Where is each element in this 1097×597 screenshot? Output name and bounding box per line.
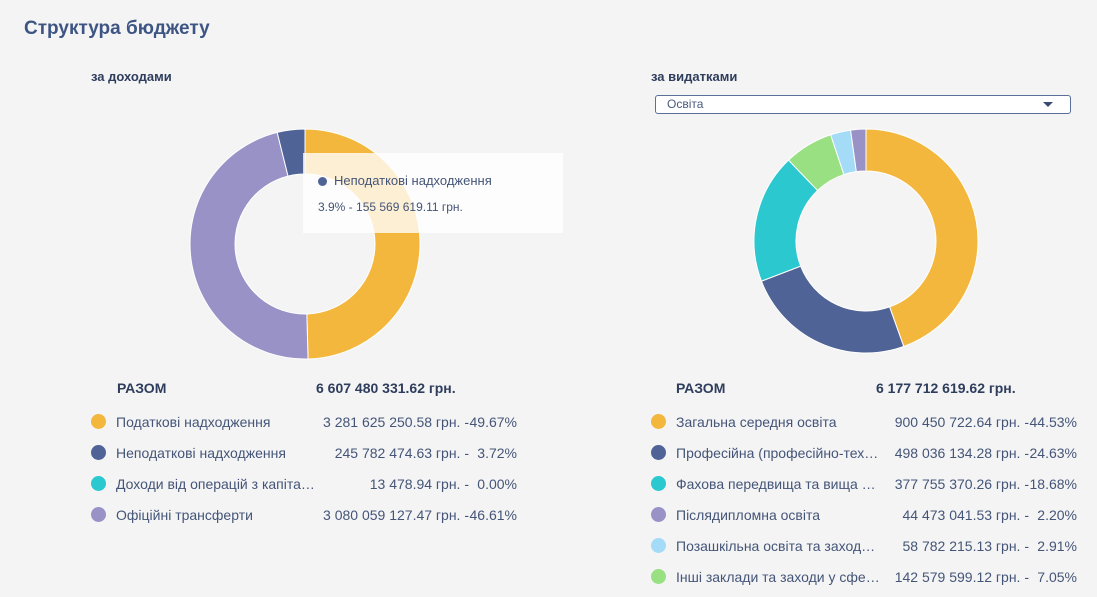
legend-item-percent: 2.20%: [1037, 507, 1077, 523]
income-total-label: РАЗОМ: [117, 380, 167, 396]
legend-item-name: Доходи від операцій з капітало…: [116, 476, 321, 492]
legend-item-percent: 3.72%: [477, 445, 517, 461]
legend-item-name: Загальна середня освіта: [676, 414, 837, 430]
donut-slice[interactable]: [760, 265, 905, 354]
legend-dot: [91, 445, 106, 460]
legend-dot: [91, 476, 106, 491]
legend-item-amount: 3 080 059 127.47 грн. -: [323, 507, 469, 523]
expense-section-title: за видатками: [651, 69, 738, 84]
expense-donut-chart[interactable]: [751, 126, 981, 356]
expense-total-label: РАЗОМ: [676, 380, 726, 396]
legend-item-amount: 3 281 625 250.58 грн. -: [323, 414, 469, 430]
chart-tooltip: Неподаткові надходження 3.9% - 155 569 6…: [303, 153, 563, 233]
legend-item-percent: 44.53%: [1029, 414, 1077, 430]
legend-item-name: Професійна (професійно-технічна)…: [676, 445, 881, 461]
legend-item[interactable]: Загальна середня освіта 900 450 722.64 гр…: [651, 411, 1081, 442]
legend-item-name: Неподаткові надходження: [116, 445, 286, 461]
legend-item-percent: 24.63%: [1029, 445, 1077, 461]
legend-item-percent: 18.68%: [1029, 476, 1077, 492]
legend-item-percent: 7.05%: [1037, 569, 1077, 585]
select-value: Освіта: [667, 97, 704, 111]
legend-dot: [651, 507, 666, 522]
legend-dot: [91, 414, 106, 429]
legend-item[interactable]: Професійна (професійно-технічна)… 498 036…: [651, 442, 1081, 473]
legend-item-amount: 142 579 599.12 грн. -: [894, 569, 1029, 585]
legend-dot: [651, 569, 666, 584]
tooltip-series-name: Неподаткові надходження: [334, 173, 492, 188]
legend-item-amount: 498 036 134.28 грн. -: [894, 445, 1029, 461]
income-legend: Податкові надходження 3 281 625 250.58 гр…: [91, 411, 521, 535]
legend-item-name: Післядипломна освіта: [676, 507, 821, 523]
tooltip-series-value: 3.9% - 155 569 619.11 грн.: [318, 200, 463, 214]
legend-item-name: Фахова передвища та вища освіта…: [676, 476, 881, 492]
income-section-title: за доходами: [91, 69, 172, 84]
legend-dot: [91, 507, 106, 522]
legend-dot: [651, 414, 666, 429]
income-total-value: 6 607 480 331.62 грн.: [316, 380, 456, 396]
legend-item-amount: 900 450 722.64 грн. -: [894, 414, 1029, 430]
legend-item-amount: 44 473 041.53 грн. -: [902, 507, 1030, 523]
legend-item-name: Офіційні трансферти: [116, 507, 253, 523]
tooltip-series-dot: [318, 177, 327, 186]
legend-item[interactable]: Позашкільна освіта та заходи… 58 782 215.…: [651, 535, 1081, 566]
expense-legend: Загальна середня освіта 900 450 722.64 гр…: [651, 411, 1081, 597]
legend-item[interactable]: Податкові надходження 3 281 625 250.58 гр…: [91, 411, 521, 442]
legend-item-percent: 49.67%: [469, 414, 517, 430]
legend-item[interactable]: Інші заклади та заходи у сфері… 142 579 5…: [651, 566, 1081, 597]
legend-item[interactable]: Доходи від операцій з капітало… 13 478.94…: [91, 473, 521, 504]
legend-item-percent: 0.00%: [477, 476, 517, 492]
legend-item-amount: 245 782 474.63 грн. -: [334, 445, 469, 461]
legend-item[interactable]: Післядипломна освіта 44 473 041.53 грн. -…: [651, 504, 1081, 535]
chevron-down-icon: [1043, 102, 1053, 107]
legend-item-name: Податкові надходження: [116, 414, 271, 430]
page-title: Структура бюджету: [24, 18, 210, 39]
legend-item-amount: 58 782 215.13 грн. -: [902, 538, 1030, 554]
legend-item-amount: 13 478.94 грн. -: [369, 476, 469, 492]
legend-dot: [651, 445, 666, 460]
legend-item-amount: 377 755 370.26 грн. -: [894, 476, 1029, 492]
expense-total-value: 6 177 712 619.62 грн.: [876, 380, 1016, 396]
legend-dot: [651, 476, 666, 491]
legend-item[interactable]: Неподаткові надходження 245 782 474.63 гр…: [91, 442, 521, 473]
legend-item[interactable]: Офіційні трансферти 3 080 059 127.47 грн.…: [91, 504, 521, 535]
legend-item-percent: 2.91%: [1037, 538, 1077, 554]
legend-item-name: Інші заклади та заходи у сфері…: [676, 569, 881, 585]
expense-category-select[interactable]: Освіта: [655, 95, 1071, 114]
legend-item[interactable]: Фахова передвища та вища освіта… 377 755 …: [651, 473, 1081, 504]
legend-item-name: Позашкільна освіта та заходи…: [676, 538, 881, 554]
legend-dot: [651, 538, 666, 553]
legend-item-percent: 46.61%: [469, 507, 517, 523]
